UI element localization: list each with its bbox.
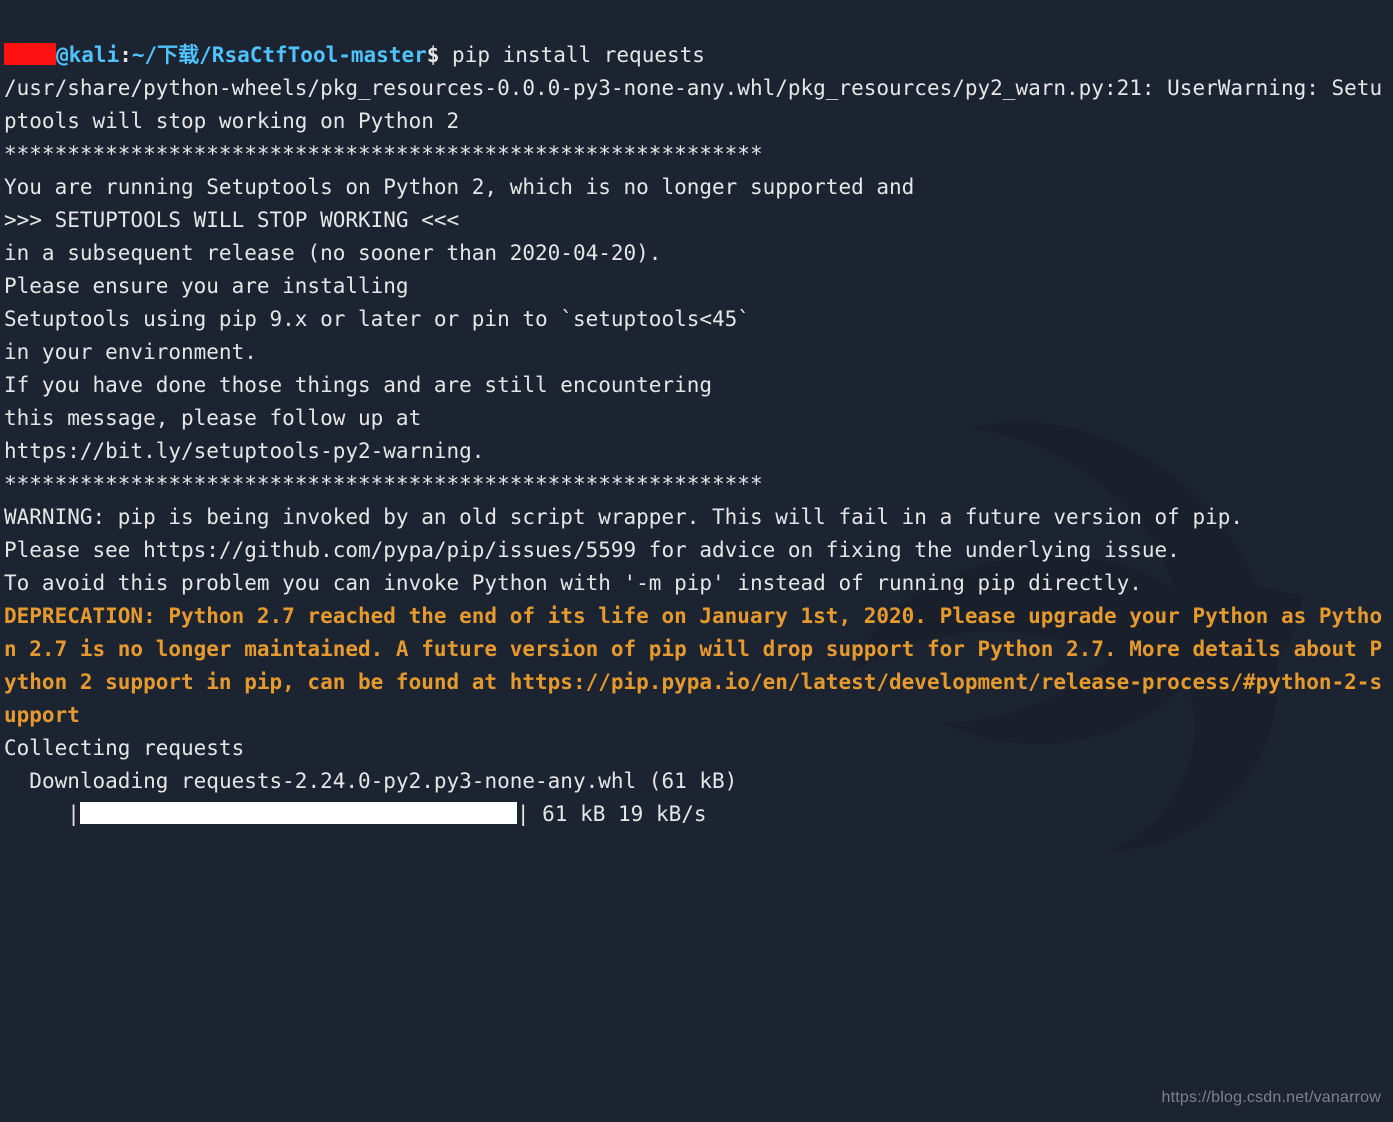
output-line: To avoid this problem you can invoke Pyt… [4, 571, 1142, 595]
redacted-user [4, 43, 56, 65]
output-line: You are running Setuptools on Python 2, … [4, 175, 914, 199]
output-line: ****************************************… [4, 142, 763, 166]
deprecation-warning: DEPRECATION: Python 2.7 reached the end … [4, 604, 1382, 727]
progress-bar-stats: | 61 kB 19 kB/s [517, 802, 707, 826]
output-line: Downloading requests-2.24.0-py2.py3-none… [4, 769, 737, 793]
prompt-path: ~/下载/RsaCtfTool-master [132, 43, 427, 67]
output-line: this message, please follow up at [4, 406, 421, 430]
typed-command: pip install requests [439, 43, 705, 67]
output-line: Please ensure you are installing [4, 274, 409, 298]
progress-bar-open: | [4, 802, 80, 826]
prompt-separator: : [119, 43, 132, 67]
output-line: in a subsequent release (no sooner than … [4, 241, 661, 265]
prompt-line: @kali:~/下载/RsaCtfTool-master$ pip instal… [4, 43, 705, 67]
output-line: If you have done those things and are st… [4, 373, 712, 397]
output-line: Collecting requests [4, 736, 244, 760]
output-line: Please see https://github.com/pypa/pip/i… [4, 538, 1180, 562]
progress-bar-fill [80, 802, 517, 824]
output-line: ****************************************… [4, 472, 763, 496]
prompt-host: @kali [56, 43, 119, 67]
output-line: WARNING: pip is being invoked by an old … [4, 505, 1243, 529]
output-line: https://bit.ly/setuptools-py2-warning. [4, 439, 484, 463]
output-line: >>> SETUPTOOLS WILL STOP WORKING <<< [4, 208, 459, 232]
watermark-text: https://blog.csdn.net/vanarrow [1162, 1081, 1381, 1114]
output-line: Setuptools using pip 9.x or later or pin… [4, 307, 750, 331]
progress-line: | | 61 kB 19 kB/s [4, 802, 707, 826]
output-line: /usr/share/python-wheels/pkg_resources-0… [4, 76, 1382, 133]
output-line: in your environment. [4, 340, 257, 364]
terminal-output[interactable]: @kali:~/下载/RsaCtfTool-master$ pip instal… [0, 0, 1393, 1122]
prompt-dollar: $ [427, 43, 440, 67]
